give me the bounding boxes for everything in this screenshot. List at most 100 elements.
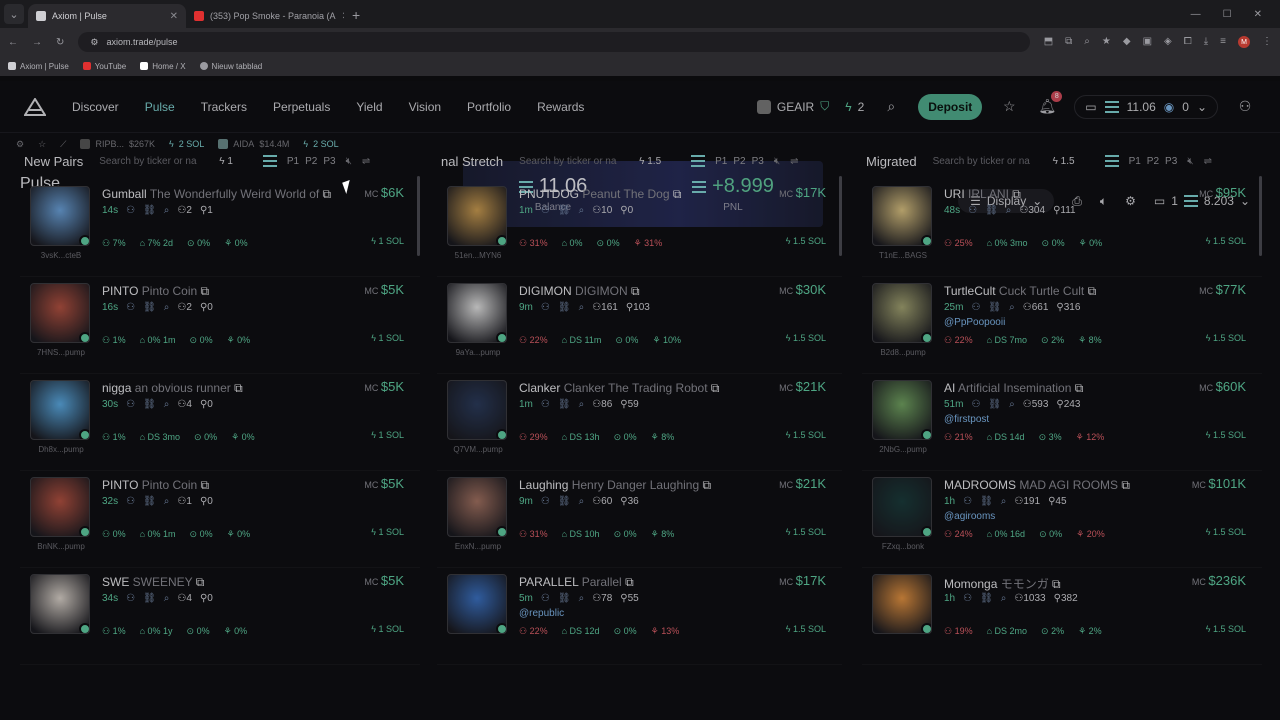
- wallet-selector[interactable]: ▭ 11.06 ◉ 0 ⌄: [1074, 94, 1218, 119]
- copy-icon[interactable]: ⧉: [708, 381, 720, 395]
- zoom-icon[interactable]: ⌕: [1084, 36, 1090, 48]
- quick-buy-button[interactable]: ϟ 1 SOL: [371, 527, 404, 537]
- quick-buy-button[interactable]: ϟ 1.5 SOL: [1206, 333, 1246, 343]
- tab-youtube[interactable]: (353) Pop Smoke - Paranoia (A ✕: [186, 4, 344, 28]
- token-card[interactable]: BnNK...pump PINTO Pinto Coin ⧉ 32s ⚇ ⛓ ⌕ ⚇1 ⚲0 ⚇…: [20, 471, 420, 568]
- token-address[interactable]: T1nE...BAGS: [870, 251, 936, 260]
- filter-icon[interactable]: ⇌: [1204, 156, 1212, 167]
- preset-button[interactable]: P3: [1165, 156, 1177, 167]
- token-image[interactable]: [30, 380, 90, 440]
- token-image[interactable]: [30, 186, 90, 246]
- twitter-handle[interactable]: @agirooms: [944, 511, 995, 522]
- token-image[interactable]: [30, 477, 90, 537]
- puzzle-icon[interactable]: ⧠: [1184, 36, 1192, 48]
- site-info-icon[interactable]: ⚙: [90, 37, 98, 48]
- token-image[interactable]: [447, 477, 507, 537]
- search-icon[interactable]: ⌕: [164, 205, 170, 216]
- new-tab-button[interactable]: +: [344, 7, 368, 28]
- bookmark-newtab[interactable]: Nieuw tabblad: [199, 62, 262, 71]
- copy-icon[interactable]: ⧉: [1071, 381, 1084, 395]
- token-card[interactable]: B2d8...pump TurtleCult Cuck Turtle Cult ⧉…: [862, 277, 1262, 374]
- quick-buy-button[interactable]: ϟ 1.5 SOL: [1206, 236, 1246, 246]
- bookmark-youtube[interactable]: YouTube: [82, 62, 126, 71]
- token-image[interactable]: [447, 380, 507, 440]
- token-address[interactable]: 51en...MYN6: [445, 251, 511, 260]
- nav-trackers[interactable]: Trackers: [201, 100, 247, 114]
- search-icon[interactable]: ⌕: [164, 302, 170, 313]
- link-icon[interactable]: ⛓: [143, 205, 156, 216]
- token-address[interactable]: FZxq...bonk: [870, 542, 936, 551]
- quick-buy-button[interactable]: ϟ 1.5 SOL: [786, 624, 826, 634]
- minimize-icon[interactable]: —: [1191, 9, 1201, 20]
- column-scrollbar[interactable]: [417, 176, 420, 256]
- mute-icon[interactable]: 🔇︎: [346, 156, 352, 167]
- search-icon[interactable]: ⌕: [579, 593, 585, 604]
- copy-icon[interactable]: ⧉: [622, 575, 634, 589]
- social-icon[interactable]: ⚇: [126, 496, 135, 507]
- social-icon[interactable]: ⚇: [971, 302, 980, 313]
- token-address[interactable]: BnNK...pump: [28, 542, 94, 551]
- token-card[interactable]: 9aYa...pump DIGIMON DIGIMON ⧉ 9m ⚇ ⛓ ⌕ ⚇161 ⚲10…: [437, 277, 842, 374]
- social-icon[interactable]: ⚇: [126, 593, 135, 604]
- download-icon[interactable]: ⤓: [1204, 36, 1208, 48]
- copy-icon[interactable]: ⧉: [197, 478, 210, 492]
- copy-icon[interactable]: ⧉: [1118, 478, 1130, 492]
- token-address[interactable]: Q7VM...pump: [445, 445, 511, 454]
- twitter-handle[interactable]: @republic: [519, 608, 564, 619]
- quick-buy-button[interactable]: ϟ 1.5 SOL: [1206, 624, 1246, 634]
- copy-icon[interactable]: ⧉: [628, 284, 640, 298]
- tab-list-icon[interactable]: ≡: [1220, 36, 1226, 48]
- bookmark-axiom[interactable]: Axiom | Pulse: [8, 62, 69, 71]
- link-icon[interactable]: ⛓: [988, 302, 1001, 313]
- token-image[interactable]: [447, 186, 507, 246]
- copy-icon[interactable]: ⧉: [699, 478, 711, 492]
- social-icon[interactable]: ⚇: [968, 205, 977, 216]
- token-address[interactable]: 2NbG...pump: [870, 445, 936, 454]
- token-card[interactable]: 7HNS...pump PINTO Pinto Coin ⧉ 16s ⚇ ⛓ ⌕ ⚇2 ⚲0 ⚇…: [20, 277, 420, 374]
- quick-buy-button[interactable]: ϟ 1 SOL: [371, 624, 404, 634]
- copy-icon[interactable]: ⧉: [670, 187, 682, 201]
- link-icon[interactable]: ⛓: [143, 593, 156, 604]
- deposit-button[interactable]: Deposit: [918, 93, 983, 120]
- search-icon[interactable]: ⌕: [1006, 205, 1012, 216]
- token-card[interactable]: PARALLEL Parallel ⧉ 5m ⚇ ⛓ ⌕ ⚇78 ⚲55 @republic ⚇…: [437, 568, 842, 665]
- social-icon[interactable]: ⚇: [126, 302, 135, 313]
- social-icon[interactable]: ⚇: [541, 496, 550, 507]
- nav-portfolio[interactable]: Portfolio: [467, 100, 511, 114]
- link-icon[interactable]: ⛓: [985, 205, 998, 216]
- nav-vision[interactable]: Vision: [409, 100, 441, 114]
- axiom-logo-icon[interactable]: [24, 97, 46, 116]
- token-address[interactable]: 7HNS...pump: [28, 348, 94, 357]
- social-icon[interactable]: ⚇: [126, 205, 135, 216]
- forward-icon[interactable]: →: [32, 37, 42, 48]
- preset-button[interactable]: P3: [323, 156, 335, 167]
- token-address[interactable]: Dh8x...pump: [28, 445, 94, 454]
- column-scrollbar[interactable]: [1259, 176, 1262, 256]
- bookmark-x[interactable]: Home / X: [140, 62, 186, 71]
- social-icon[interactable]: ⚇: [963, 496, 972, 507]
- column-scrollbar[interactable]: [839, 176, 842, 256]
- token-image[interactable]: [872, 380, 932, 440]
- tab-axiom[interactable]: Axiom | Pulse ✕: [28, 4, 186, 28]
- copy-icon[interactable]: ⧉: [1049, 577, 1061, 591]
- quick-buy-button[interactable]: ϟ 1 SOL: [371, 333, 404, 343]
- quick-buy-button[interactable]: ϟ 1.5 SOL: [786, 527, 826, 537]
- extension-icon[interactable]: ▣: [1143, 36, 1152, 48]
- preset-button[interactable]: P1: [287, 156, 299, 167]
- token-image[interactable]: [872, 186, 932, 246]
- preset-button[interactable]: P2: [305, 156, 317, 167]
- quick-buy-amount[interactable]: ϟ 1: [219, 156, 233, 167]
- search-icon[interactable]: ⌕: [579, 399, 585, 410]
- copy-icon[interactable]: ⧉: [192, 575, 205, 589]
- quick-buy-button[interactable]: ϟ 1 SOL: [371, 236, 404, 246]
- link-icon[interactable]: ⛓: [558, 496, 571, 507]
- account-icon[interactable]: ⚇: [1234, 96, 1256, 118]
- nav-perpetuals[interactable]: Perpetuals: [273, 100, 330, 114]
- copy-icon[interactable]: ⧉: [231, 381, 243, 395]
- quick-buy-button[interactable]: ϟ 1.5 SOL: [786, 236, 826, 246]
- close-window-icon[interactable]: ✕: [1254, 9, 1262, 20]
- filter-icon[interactable]: ⇌: [362, 156, 370, 167]
- copy-icon[interactable]: ⧉: [1084, 284, 1097, 298]
- preset-button[interactable]: P1: [1129, 156, 1141, 167]
- menu-icon[interactable]: ⋮: [1262, 36, 1272, 48]
